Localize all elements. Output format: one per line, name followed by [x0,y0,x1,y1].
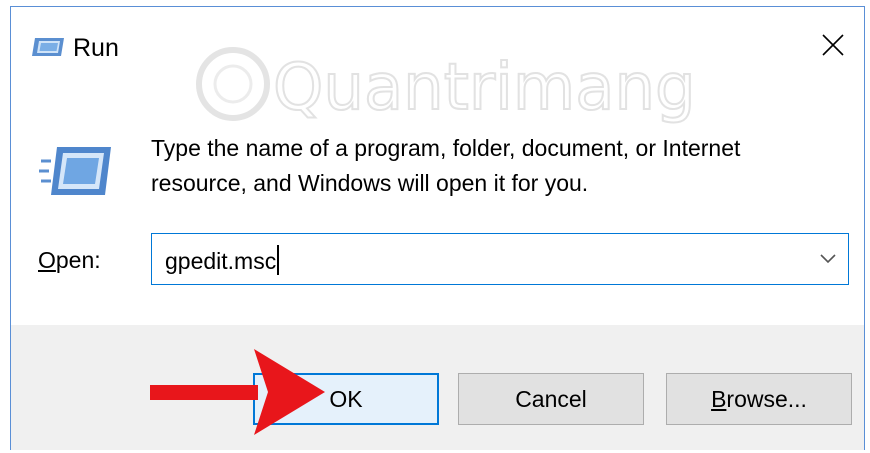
open-label-mnemonic: O [38,247,56,273]
run-large-icon [39,147,111,195]
browse-label-rest: rowse... [726,386,807,412]
text-caret [277,245,280,275]
watermark-logo: Quantrimang [196,47,691,126]
browse-mnemonic: B [711,386,727,412]
run-icon [32,38,64,56]
run-dialog: Run Quantrimang Type the name of a progr… [10,6,865,450]
open-label: Open: [38,247,101,274]
open-input-value: gpedit.msc [165,248,277,274]
chevron-down-icon [820,254,836,264]
instruction-line-2: resource, and Windows will open it for y… [151,170,589,196]
close-icon [822,34,844,56]
dropdown-button[interactable] [808,234,848,284]
instruction-line-1: Type the name of a program, folder, docu… [151,135,741,161]
cancel-button[interactable]: Cancel [458,373,644,425]
open-input[interactable]: gpedit.msc [165,245,280,275]
button-bar: OK Cancel Browse... [11,325,864,450]
red-arrow-annotation [150,349,325,435]
browse-button[interactable]: Browse... [666,373,852,425]
window-title: Run [73,34,119,62]
open-combobox[interactable]: gpedit.msc [151,233,849,285]
open-label-rest: pen: [55,247,101,273]
instruction-text: Type the name of a program, folder, docu… [151,131,851,201]
close-button[interactable] [804,15,864,75]
watermark-text: Quantrimang [273,51,691,125]
